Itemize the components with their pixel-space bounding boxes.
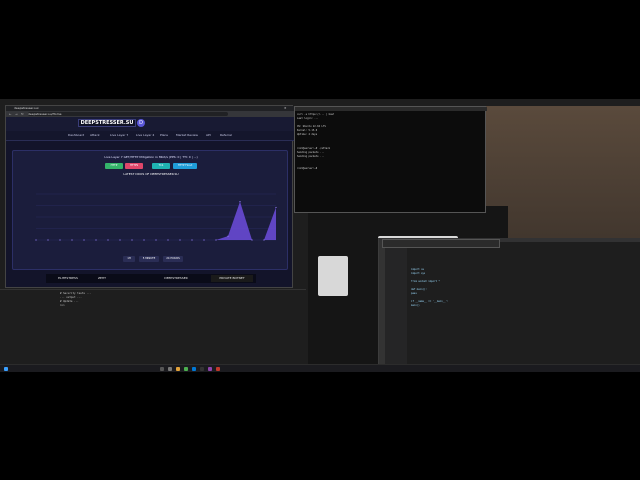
- data-point[interactable]: [179, 239, 181, 241]
- code-line: from socket import *: [411, 280, 440, 283]
- vscode-icon[interactable]: [192, 367, 196, 371]
- data-point[interactable]: [251, 239, 253, 241]
- terminal-line: root@server:~# ./attack: [297, 147, 331, 150]
- forward-icon[interactable]: →: [15, 112, 18, 116]
- nav-live-layer7[interactable]: Live Layer 7: [110, 133, 128, 138]
- https-button[interactable]: HTTPS: [125, 163, 143, 169]
- nav-market-review[interactable]: Market Review: [176, 133, 198, 138]
- site-logo[interactable]: DEEPSTRESSER.SU: [78, 119, 136, 127]
- vscode-window[interactable]: import os import sys from socket import …: [378, 238, 640, 369]
- nav-plans[interactable]: Plans: [160, 133, 168, 138]
- data-point[interactable]: [191, 239, 193, 241]
- terminal-window[interactable]: curl -s https://... | bash Last login: .…: [294, 106, 487, 213]
- app-icon[interactable]: [208, 367, 212, 371]
- explorer-icon[interactable]: [176, 367, 180, 371]
- terminal-line: Sending packets ...: [297, 155, 325, 158]
- code-line: def main():: [411, 288, 427, 291]
- url-input[interactable]: deepstresser.su/Home: [28, 112, 228, 116]
- series-area: [36, 201, 276, 240]
- taskview-icon[interactable]: [168, 367, 172, 371]
- logo-text: DEEPSTRESSER.SU: [80, 120, 134, 126]
- data-point[interactable]: [119, 239, 121, 241]
- data-point[interactable]: [59, 239, 61, 241]
- data-point[interactable]: [71, 239, 73, 241]
- http-flood-button[interactable]: HTTP Flood: [173, 163, 197, 169]
- terminal-line: root@server:~#: [297, 167, 318, 170]
- code-line: import sys: [411, 272, 426, 275]
- chart-heading: LATEST DDOS OF DEEPSTRESSER.SU: [123, 172, 179, 176]
- browser-window[interactable]: deepstresser.sui ✕ ← → ↻ deepstresser.su…: [5, 105, 294, 288]
- editor-window[interactable]: # Security tests ... ... output ... # Up…: [0, 289, 306, 368]
- data-point[interactable]: [167, 239, 169, 241]
- range-1h-button[interactable]: 1H: [123, 256, 135, 262]
- partner-deepstresser[interactable]: DEEPSTRESSER: [156, 275, 196, 282]
- panel-title: Live Layer 7 GET/HTTP Mitigation in Mbit…: [104, 155, 198, 159]
- editor-line: ... output ...: [60, 296, 82, 299]
- data-point[interactable]: [143, 239, 145, 241]
- chrome-icon[interactable]: [184, 367, 188, 371]
- reload-icon[interactable]: ↻: [21, 112, 24, 116]
- terminal-line: Uptime: 4 days: [297, 133, 318, 136]
- data-point[interactable]: [95, 239, 97, 241]
- nav-attack[interactable]: Attack: [90, 133, 100, 138]
- close-icon[interactable]: ✕: [284, 106, 287, 110]
- data-point[interactable]: [131, 239, 133, 241]
- range-24h-button[interactable]: 24 HOURS: [163, 256, 183, 262]
- search-icon[interactable]: [160, 367, 164, 371]
- terminal-line: curl -s https://... | bash: [297, 113, 335, 116]
- data-point[interactable]: [227, 235, 229, 237]
- partner-zeht[interactable]: ZEHT: [92, 275, 112, 282]
- partner-elitestress[interactable]: ELITESTRESS: [48, 275, 88, 282]
- browser-tab[interactable]: deepstresser.sui: [14, 106, 54, 110]
- code-line: pass: [411, 292, 417, 295]
- back-icon[interactable]: ←: [9, 112, 12, 116]
- terminal-line: Sending packets ...: [297, 151, 325, 154]
- data-point[interactable]: [263, 239, 265, 241]
- code-line: main(): [411, 304, 420, 307]
- taskbar: [0, 364, 640, 372]
- code-line: import os: [411, 268, 424, 271]
- site-nav: Dashboard Attack Live Layer 7 Live Layer…: [6, 131, 294, 141]
- data-point[interactable]: [47, 239, 49, 241]
- data-point[interactable]: [83, 239, 85, 241]
- nav-referral[interactable]: Referral: [220, 133, 232, 138]
- editor-line: >>>: [60, 304, 65, 307]
- desktop: # Security tests ... ... output ... # Up…: [0, 99, 640, 372]
- tls-button[interactable]: TLS: [152, 163, 170, 169]
- data-point[interactable]: [239, 201, 241, 203]
- partner-banner: ELITESTRESS ZEHT DEEPSTRESSER PRIVATE BO…: [46, 274, 256, 283]
- app-icon[interactable]: [216, 367, 220, 371]
- nav-live-layer4[interactable]: Live Layer 4: [136, 133, 154, 138]
- editor-line: # Security tests ...: [60, 292, 92, 295]
- http-button[interactable]: HTTP: [105, 163, 123, 169]
- data-point[interactable]: [215, 239, 217, 241]
- terminal-icon[interactable]: [200, 367, 204, 371]
- site-header: [6, 117, 294, 131]
- ddos-chart: [35, 193, 277, 241]
- data-point[interactable]: [107, 239, 109, 241]
- logo-badge: D: [137, 119, 145, 127]
- vscode-explorer[interactable]: [385, 242, 407, 365]
- nav-dashboard[interactable]: Dashboard: [68, 133, 84, 138]
- notification-dialog[interactable]: [382, 239, 500, 248]
- photo-seat-left: [318, 256, 348, 296]
- terminal-line: Last login: ...: [297, 117, 319, 120]
- editor-line: # Update ...: [60, 300, 79, 303]
- nav-api[interactable]: API: [206, 133, 211, 138]
- data-point[interactable]: [35, 239, 37, 241]
- partner-private-botnet[interactable]: PRIVATE BOTNET: [211, 275, 253, 282]
- data-point[interactable]: [155, 239, 157, 241]
- range-5min-button[interactable]: 5 MINUTE: [139, 256, 159, 262]
- data-point[interactable]: [203, 239, 205, 241]
- terminal-line: OS: Ubuntu 22.04 LTS: [297, 125, 326, 128]
- terminal-titlebar[interactable]: [295, 107, 487, 111]
- terminal-line: Kernel: 5.15.0: [297, 129, 318, 132]
- data-point[interactable]: [275, 206, 277, 209]
- code-line: if __name__ == '__main__':: [411, 300, 449, 303]
- start-icon[interactable]: [4, 367, 8, 371]
